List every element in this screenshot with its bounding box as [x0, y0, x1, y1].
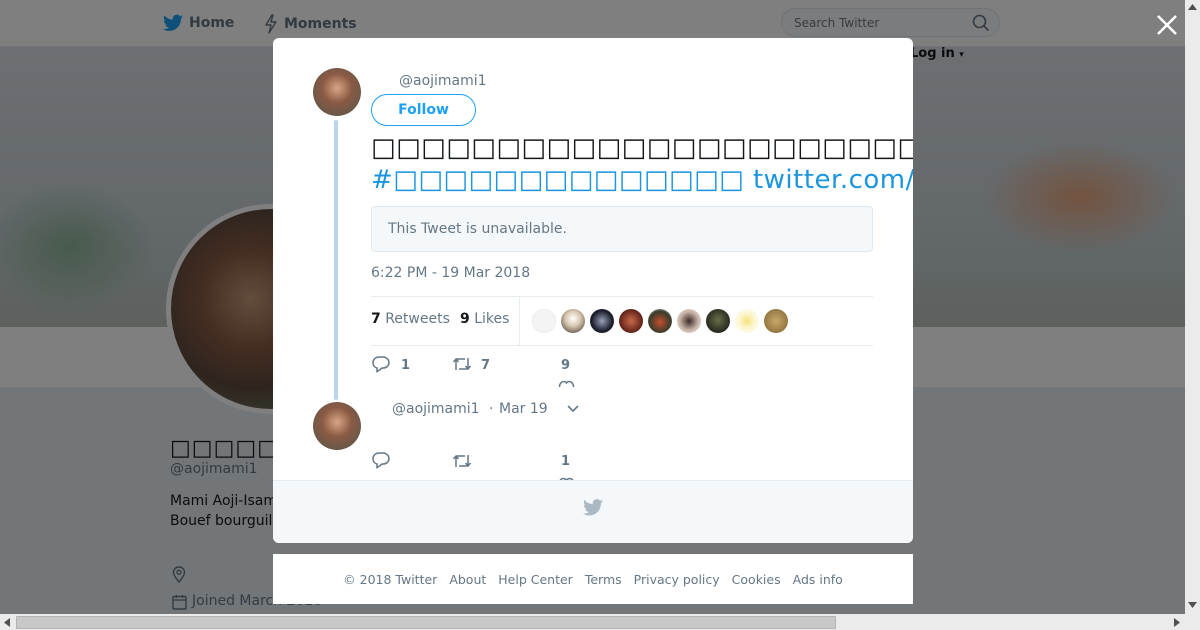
tweet-stats: 7 Retweets 9 Likes: [371, 296, 873, 346]
chevron-down-icon[interactable]: [566, 404, 580, 414]
liker-avatar[interactable]: [735, 309, 759, 333]
retweets-stat[interactable]: 7 Retweets: [371, 311, 450, 327]
footer-help-link[interactable]: Help Center: [498, 572, 573, 587]
liker-avatar[interactable]: [590, 309, 614, 333]
scroll-left-arrow-icon[interactable]: [4, 618, 10, 627]
liker-avatar[interactable]: [706, 309, 730, 333]
likes-stat[interactable]: 9 Likes: [460, 311, 509, 327]
liker-avatar[interactable]: [619, 309, 643, 333]
liker-avatar[interactable]: [648, 309, 672, 333]
tweet-text-line: □□□□□□□□□□□□□□□□□□□□□□□□□□□□□□□□□□□□□□□□…: [371, 133, 913, 163]
horizontal-scrollbar[interactable]: [0, 614, 1200, 630]
reply-author-avatar[interactable]: [313, 402, 361, 450]
reply-author-handle[interactable]: @aojimami1: [392, 401, 480, 417]
footer-links: © 2018 Twitter About Help Center Terms P…: [273, 554, 913, 604]
heart-icon[interactable]: [558, 380, 575, 390]
retweet-icon[interactable]: [452, 453, 472, 469]
footer-cookies-link[interactable]: Cookies: [732, 572, 781, 587]
retweets-label: Retweets: [385, 311, 450, 327]
footer-about-link[interactable]: About: [449, 572, 486, 587]
tweet-author-avatar[interactable]: [313, 68, 361, 116]
reply-separator: ·: [489, 401, 494, 417]
retweets-count: 7: [371, 311, 381, 327]
tweet-modal: @aojimami1 Follow □□□□□□□□□□□□□□□□□□□□□□…: [273, 38, 913, 543]
footer-copyright: © 2018 Twitter: [343, 571, 438, 587]
scroll-right-arrow-icon[interactable]: [1174, 618, 1180, 627]
reply-count: 1: [401, 358, 411, 373]
quote-unavailable-text: This Tweet is unavailable.: [388, 221, 567, 237]
tweet-hashtag[interactable]: #□□□□□□□□□□□□□□: [371, 165, 744, 195]
twitter-bird-icon: [583, 499, 603, 516]
like-count: 9: [561, 358, 571, 373]
stats-divider: [519, 297, 520, 345]
reply-icon[interactable]: [372, 452, 390, 469]
likes-label: Likes: [474, 311, 510, 327]
tweet-timestamp[interactable]: 6:22 PM - 19 Mar 2018: [371, 265, 530, 281]
likes-count: 9: [460, 311, 470, 327]
tweet-link[interactable]: twitter.com/middlefing127/...: [753, 165, 913, 195]
thread-connector-line: [334, 120, 338, 400]
retweet-icon[interactable]: [452, 356, 472, 372]
vertical-scrollbar[interactable]: [1185, 0, 1200, 614]
liker-avatar[interactable]: [532, 309, 556, 333]
reply-icon[interactable]: [372, 356, 390, 373]
tweet-text: □□□□□□□□□□□□□□□□□□□□□□□□□□□□□□□□□□□□□□□□…: [371, 132, 913, 196]
modal-footer: [273, 480, 913, 543]
reply-like-count: 1: [561, 454, 571, 469]
liker-avatar[interactable]: [561, 309, 585, 333]
tweet-author-handle[interactable]: @aojimami1: [399, 73, 487, 89]
liker-avatar[interactable]: [677, 309, 701, 333]
quoted-tweet-unavailable: This Tweet is unavailable.: [371, 206, 873, 252]
follow-button[interactable]: Follow: [371, 94, 476, 126]
reply-date[interactable]: Mar 19: [499, 401, 548, 417]
scroll-down-arrow-icon[interactable]: [1188, 602, 1197, 608]
retweet-count: 7: [481, 358, 491, 373]
close-icon[interactable]: [1154, 12, 1180, 38]
footer-privacy-link[interactable]: Privacy policy: [634, 572, 720, 587]
footer-terms-link[interactable]: Terms: [585, 572, 622, 587]
scroll-up-arrow-icon[interactable]: [1188, 4, 1197, 10]
liker-avatar[interactable]: [764, 309, 788, 333]
horizontal-scroll-thumb[interactable]: [16, 616, 836, 629]
footer-ads-link[interactable]: Ads info: [793, 572, 843, 587]
